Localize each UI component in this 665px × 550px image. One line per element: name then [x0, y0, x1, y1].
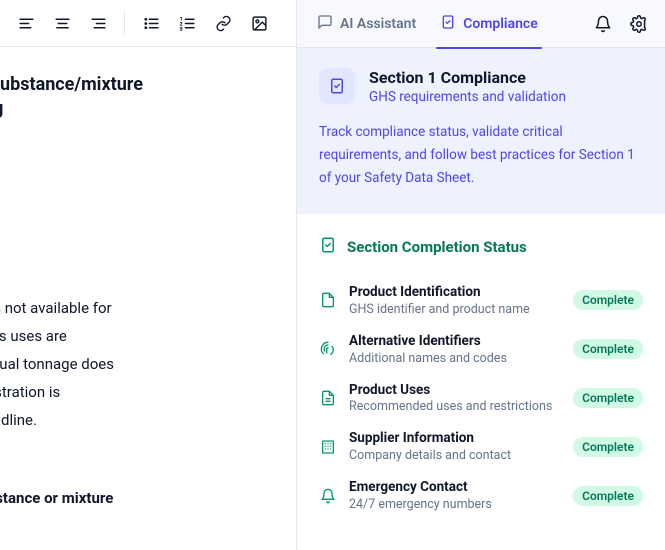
gear-icon — [630, 15, 648, 33]
intro-title: Section 1 Compliance — [369, 68, 566, 87]
ordered-list-button[interactable]: 123 — [171, 7, 203, 39]
toolbar-divider — [124, 12, 125, 34]
status-item-sub: Additional names and codes — [349, 351, 561, 366]
status-item-title: Product Identification — [349, 284, 561, 301]
editor-line: gistration, the annual tonnage does — [0, 352, 280, 376]
status-heading: Section Completion Status — [347, 238, 527, 256]
status-badge: Complete — [573, 388, 643, 408]
settings-button[interactable] — [623, 8, 655, 40]
status-item-sub: Recommended uses and restrictions — [349, 399, 561, 414]
intro-description: Track compliance status, validate critic… — [319, 121, 643, 190]
status-badge: Complete — [573, 339, 643, 359]
section-title: ication of the substance/mixture ny/unde… — [0, 73, 280, 120]
editor-line: 389000 — [0, 222, 280, 246]
svg-text:3: 3 — [179, 26, 182, 31]
status-item[interactable]: Product Uses Recommended uses and restri… — [319, 374, 643, 423]
status-item-title: Supplier Information — [349, 430, 561, 447]
editor-line: stration number is not available for — [0, 296, 280, 320]
status-item[interactable]: Supplier Information Company details and… — [319, 422, 643, 471]
tab-ai-assistant[interactable]: AI Assistant — [307, 8, 426, 40]
section-subheading: d uses of the substance or mixture inst — [0, 488, 280, 529]
bell-icon — [319, 487, 337, 505]
status-item-title: Emergency Contact — [349, 479, 561, 496]
status-item-sub: GHS identifier and product name — [349, 302, 561, 317]
status-item-sub: 24/7 emergency numbers — [349, 497, 561, 512]
align-left-button[interactable] — [10, 7, 42, 39]
fingerprint-icon — [319, 340, 337, 358]
completion-status: Section Completion Status Product Identi… — [297, 214, 665, 530]
editor-line: 4-6 — [0, 436, 280, 460]
shield-check-icon — [440, 14, 456, 34]
bullet-list-button[interactable] — [135, 7, 167, 39]
status-badge: Complete — [573, 486, 643, 506]
intro-subtitle: GHS requirements and validation — [369, 89, 566, 105]
document-icon — [319, 389, 337, 407]
bell-icon — [594, 15, 612, 33]
building-icon — [319, 438, 337, 456]
compliance-pane: AI Assistant Compliance Section 1 Compli… — [297, 0, 665, 550]
file-icon — [319, 291, 337, 309]
status-badge: Complete — [573, 290, 643, 310]
editor-line: -Butylamine — [0, 194, 280, 218]
status-item-title: Alternative Identifiers — [349, 333, 561, 350]
status-item[interactable]: Product Identification GHS identifier an… — [319, 276, 643, 325]
editor-line: er registration deadline. — [0, 408, 280, 432]
align-center-button[interactable] — [46, 7, 78, 39]
editor-body[interactable]: ication of the substance/mixture ny/unde… — [0, 47, 296, 550]
status-badge: Complete — [573, 437, 643, 457]
tab-label: AI Assistant — [340, 16, 416, 32]
editor-line: tration or the registration is — [0, 380, 280, 404]
status-item-sub: Company details and contact — [349, 448, 561, 463]
editor-line: 2-00-7 — [0, 268, 280, 292]
status-item[interactable]: Alternative Identifiers Additional names… — [319, 325, 643, 374]
link-button[interactable] — [207, 7, 239, 39]
tab-label: Compliance — [463, 16, 538, 32]
image-button[interactable] — [243, 7, 275, 39]
subheading-truncated: s — [0, 154, 280, 172]
tab-bar: AI Assistant Compliance — [297, 0, 665, 48]
align-right-button[interactable] — [82, 7, 114, 39]
editor-line: he substance or its uses are — [0, 324, 280, 348]
editor-pane: 123 ication of the substance/mixture ny/… — [0, 0, 297, 550]
status-item-title: Product Uses — [349, 382, 561, 399]
compliance-intro: Section 1 Compliance GHS requirements an… — [297, 48, 665, 214]
tab-compliance[interactable]: Compliance — [430, 8, 548, 40]
clipboard-check-icon — [319, 236, 337, 258]
notifications-button[interactable] — [587, 8, 619, 40]
status-item[interactable]: Emergency Contact 24/7 emergency numbers… — [319, 471, 643, 520]
clipboard-icon — [319, 68, 355, 104]
chat-icon — [317, 14, 333, 34]
editor-toolbar: 123 — [0, 0, 296, 47]
